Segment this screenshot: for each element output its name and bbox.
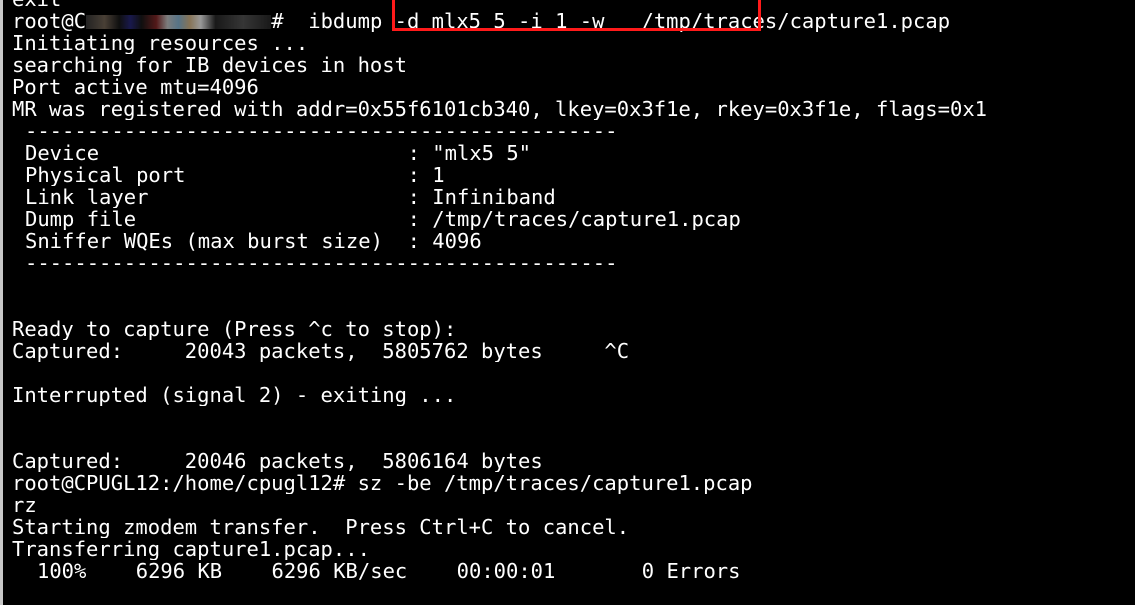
terminal-line: Port active_mtu=4096: [12, 76, 259, 98]
terminal-line: Captured: 20046 packets, 5806164 bytes: [12, 450, 543, 472]
window-edge: [0, 0, 3, 605]
terminal-line: Link layer : Infiniband: [25, 186, 556, 208]
terminal-line: rz: [12, 494, 37, 516]
terminal-line: exit: [12, 0, 1135, 10]
terminal-line: Starting zmodem transfer. Press Ctrl+C t…: [12, 516, 630, 538]
terminal-line: Sniffer WQEs (max burst size) : 4096: [25, 230, 482, 252]
terminal-line: Interrupted (signal 2) - exiting ...: [12, 384, 457, 406]
terminal-line: root@CPUGL12:/home/cpugl12# sz -be /tmp/…: [12, 472, 753, 494]
terminal-line: searching for IB devices in host: [12, 54, 407, 76]
terminal-line: Device : "mlx5_5": [25, 142, 532, 164]
prompt-command-line: root@C # ibdump -d mlx5_5 -i 1 -w /tmp/t…: [12, 10, 1135, 32]
terminal-line: Ready to capture (Press ^c to stop):: [12, 318, 457, 340]
terminal-line: MR was registered with addr=0x55f6101cb3…: [12, 98, 988, 120]
terminal-line: Dump file : /tmp/traces/capture1.pcap: [25, 208, 741, 230]
terminal-output[interactable]: exitroot@C # ibdump -d mlx5_5 -i 1 -w /t…: [12, 0, 1135, 605]
terminal-line: ----------------------------------------…: [25, 120, 618, 142]
terminal-line: 100% 6296 KB 6296 KB/sec 00:00:01 0 Erro…: [37, 560, 741, 582]
highlighted-command: ibdump -d mlx5_5 -i 1 -w: [308, 10, 605, 32]
terminal-line: Transferring capture1.pcap...: [12, 538, 370, 560]
command-output-path: /tmp/traces/capture1.pcap: [604, 10, 951, 32]
redacted-hostname: [86, 15, 272, 29]
terminal-line: Initiating resources ...: [12, 32, 309, 54]
prompt-prefix: root@C: [12, 10, 87, 32]
terminal-line: Captured: 20043 packets, 5805762 bytes ^…: [12, 340, 630, 362]
terminal-line: ----------------------------------------…: [25, 252, 618, 274]
terminal-line: Physical port : 1: [25, 164, 445, 186]
prompt-suffix: #: [271, 10, 309, 32]
terminal-window[interactable]: exitroot@C # ibdump -d mlx5_5 -i 1 -w /t…: [0, 0, 1135, 605]
